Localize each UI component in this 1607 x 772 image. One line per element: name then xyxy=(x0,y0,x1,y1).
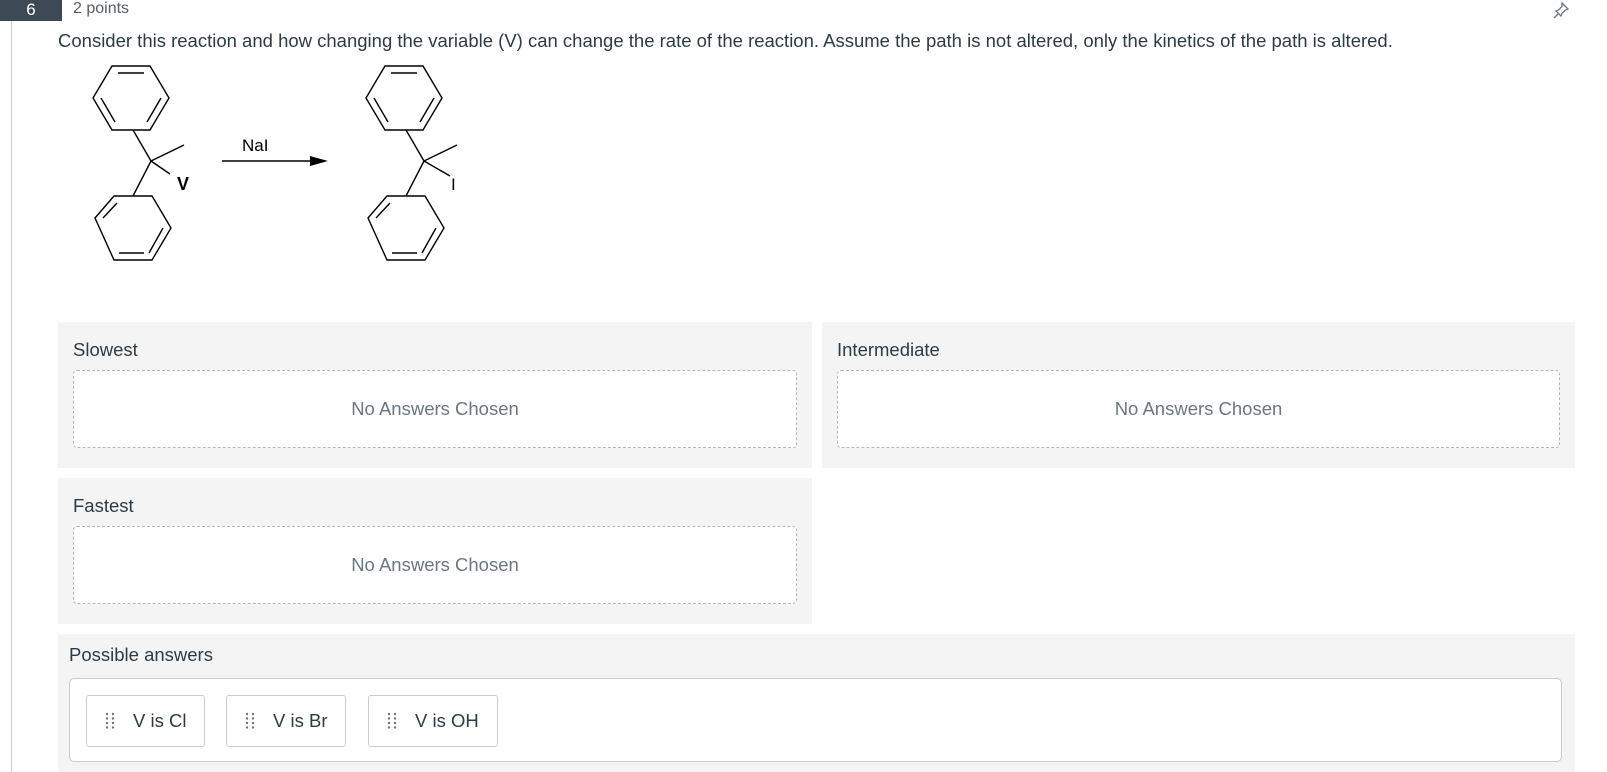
pin-icon[interactable] xyxy=(1553,0,1575,20)
answer-chip-cl[interactable]: V is Cl xyxy=(86,695,206,747)
answer-chip-label: V is Br xyxy=(273,710,328,731)
dropbox-fastest[interactable]: No Answers Chosen xyxy=(73,526,797,604)
question-points: 2 points xyxy=(73,0,130,17)
drag-handle-icon[interactable] xyxy=(245,712,255,730)
drag-handle-icon[interactable] xyxy=(105,712,115,730)
empty-placeholder: No Answers Chosen xyxy=(351,398,519,419)
dropbox-slowest[interactable]: No Answers Chosen xyxy=(73,370,797,448)
drag-handle-icon[interactable] xyxy=(387,712,397,730)
possible-answers-panel: Possible answers V is Cl V is Br V is OH xyxy=(58,634,1575,772)
reactant-substituent-label: V xyxy=(177,174,189,194)
reagent-label: NaI xyxy=(242,136,268,155)
drop-zone-fastest: Fastest No Answers Chosen xyxy=(58,478,812,624)
drop-zone-intermediate: Intermediate No Answers Chosen xyxy=(822,322,1575,468)
question-number: 6 xyxy=(0,0,62,21)
empty-placeholder: No Answers Chosen xyxy=(351,554,519,575)
possible-answers-label: Possible answers xyxy=(69,644,213,665)
zone-label: Intermediate xyxy=(837,339,940,360)
product-substituent-label: I xyxy=(451,175,456,194)
dropbox-intermediate[interactable]: No Answers Chosen xyxy=(837,370,1560,448)
answer-chip-label: V is OH xyxy=(415,710,479,731)
zone-label: Fastest xyxy=(73,495,134,516)
question-left-border xyxy=(11,18,12,772)
empty-placeholder: No Answers Chosen xyxy=(1114,398,1283,419)
answer-chip-br[interactable]: V is Br xyxy=(226,695,347,747)
question-text: Consider this reaction and how changing … xyxy=(58,30,1393,51)
reaction-scheme-image: NaI V I xyxy=(92,65,458,261)
zone-label: Slowest xyxy=(73,339,138,360)
answer-chip-oh[interactable]: V is OH xyxy=(368,695,498,747)
reaction-diagram: NaI V I xyxy=(58,60,478,280)
possible-answers-list: V is Cl V is Br V is OH xyxy=(69,678,1562,762)
answer-chip-label: V is Cl xyxy=(133,710,187,731)
drop-zone-slowest: Slowest No Answers Chosen xyxy=(58,322,812,468)
